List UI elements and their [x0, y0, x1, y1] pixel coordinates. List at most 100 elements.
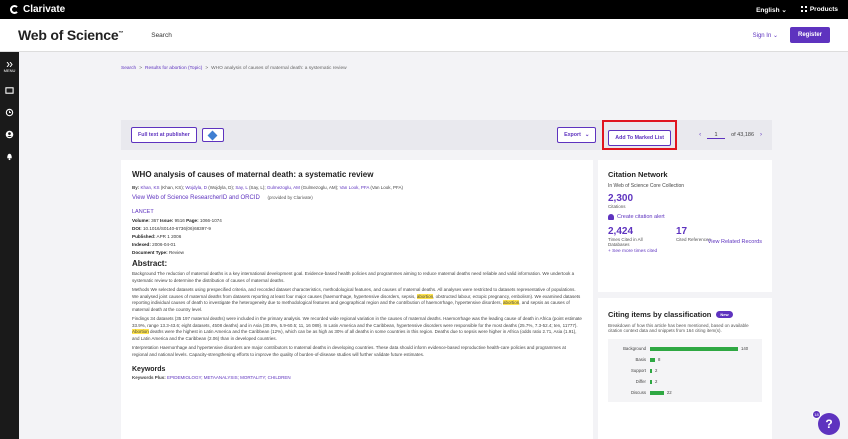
author-full: (Say, L); — [247, 185, 267, 190]
bar-label: Background — [623, 346, 646, 351]
citations-label: Citations — [608, 204, 626, 209]
page-total: of 43,186 — [731, 132, 754, 138]
times-cited-all-link[interactable]: 2,424 — [608, 226, 660, 237]
help-button[interactable]: ? — [818, 413, 840, 435]
author-link[interactable]: Say, L — [235, 185, 247, 190]
bar-fill — [650, 357, 656, 362]
breadcrumb-separator: > — [139, 66, 143, 71]
keywords-plus-label: Keywords Plus: — [132, 375, 166, 380]
classification-bar-row[interactable]: Differ 2 — [614, 376, 756, 387]
author-link[interactable]: Gulmezoglu, AM — [267, 185, 300, 190]
bar-fill — [650, 379, 652, 384]
grid-icon — [800, 6, 807, 13]
history-icon[interactable] — [5, 108, 14, 117]
bar-value: 140 — [741, 346, 749, 351]
previous-record-icon[interactable]: ‹ — [699, 132, 701, 138]
classification-bar-row[interactable]: Support 2 — [614, 365, 756, 376]
article-card: WHO analysis of causes of maternal death… — [121, 160, 593, 439]
classification-bar-chart: Background 140 Basis 8 Support 2 Differ 2 Discus… — [608, 339, 762, 402]
menu-label: MENU — [3, 68, 16, 73]
bar-fill — [650, 390, 664, 395]
issue-value: 9516 — [174, 218, 185, 223]
classification-description: Breakdown of how this article has been m… — [608, 323, 749, 333]
nav-search-link[interactable]: Search — [151, 32, 172, 39]
author-full: (Van Look, PFA) — [369, 185, 404, 190]
author-full: (Khan, KS); — [159, 185, 186, 190]
journal-link[interactable]: LANCET — [132, 209, 582, 215]
link-resolver-button[interactable] — [201, 128, 224, 142]
bar-wrap: 2 — [650, 379, 657, 384]
published-value: APR 1 2006 — [156, 234, 182, 239]
abstract-methods: Methods We selected datasets using presp… — [132, 287, 582, 313]
bar-label: Support — [630, 368, 646, 373]
bar-value: 22 — [666, 390, 672, 395]
author-link[interactable]: Khan, KS — [141, 185, 160, 190]
classification-bar-row[interactable]: Basis 8 — [614, 354, 756, 365]
citation-network-panel: Citation Network In Web of Science Core … — [598, 160, 772, 292]
record-pager: ‹ 1 of 43,186 › — [699, 132, 762, 139]
doi-label: DOI: — [132, 226, 142, 231]
researcher-id-link[interactable]: View Web of Science ResearcherID and ORC… — [132, 195, 260, 201]
user-icon[interactable] — [5, 130, 14, 139]
bar-value: 8 — [658, 357, 661, 362]
author-full: (Gulmezoglu, AM); — [299, 185, 340, 190]
create-citation-alert-link[interactable]: Create citation alert — [608, 214, 762, 220]
provided-by-label: (provided by Clarivate) — [267, 195, 313, 200]
citation-network-heading: Citation Network — [608, 170, 668, 179]
text-run: deaths were the highest in Latin America… — [132, 329, 577, 341]
folder-icon[interactable] — [5, 86, 14, 95]
register-button[interactable]: Register — [789, 27, 830, 43]
classification-bar-row[interactable]: Discuss 22 — [614, 387, 756, 398]
indexed-value: 2006-04-01 — [152, 242, 176, 247]
web-of-science-logo[interactable]: Web of Science™ — [18, 27, 123, 43]
menu-button[interactable]: MENU — [3, 61, 16, 73]
keywords-heading: Keywords — [132, 366, 166, 373]
bar-wrap: 8 — [650, 357, 660, 362]
classification-bar-row[interactable]: Background 140 — [614, 343, 756, 354]
article-title: WHO analysis of causes of maternal death… — [132, 170, 374, 179]
breadcrumb-results[interactable]: Results for abortion (Topic) — [145, 66, 202, 71]
text-run: Findings 34 datasets (35 197 maternal de… — [132, 316, 582, 328]
app-header: Web of Science™ Search Sign In ⌄ Registe… — [0, 19, 848, 52]
bar-wrap: 140 — [650, 346, 748, 351]
abstract-background: Background The reduction of maternal dea… — [132, 271, 575, 283]
breadcrumb: Search > Results for abortion (Topic) > … — [121, 66, 347, 71]
bar-value: 2 — [655, 368, 658, 373]
keywords-plus-links[interactable]: EPIDEMIOLOGY; METAANALYSIS; MORTALITY; C… — [167, 375, 291, 380]
abstract-interpretation: Interpretation Haemorrhage and hypertens… — [132, 345, 566, 357]
abstract-heading: Abstract: — [132, 259, 168, 268]
language-selector[interactable]: English ⌄ — [756, 6, 787, 14]
full-text-button[interactable]: Full text at publisher — [131, 127, 197, 143]
left-sidebar: MENU — [0, 52, 19, 439]
pages-value: 1066-1074 — [199, 218, 222, 223]
page-label: Page: — [186, 218, 199, 223]
author-list: By: Khan, KS (Khan, KS); Wojdyla, D (Woj… — [132, 185, 582, 190]
products-menu[interactable]: Products — [800, 6, 838, 13]
cited-references-link[interactable]: 17 — [676, 226, 711, 237]
search-term-highlight: Abortion — [132, 329, 149, 334]
export-button[interactable]: Export ⌄ — [557, 127, 597, 143]
bell-icon[interactable] — [5, 152, 14, 161]
add-to-marked-list-button[interactable]: Add To Marked List — [608, 130, 672, 146]
see-more-times-cited-link[interactable]: + See more times cited — [608, 249, 762, 254]
breadcrumb-search[interactable]: Search — [121, 66, 136, 71]
doi-value: 10.1016/S0140-6736(06)68397-9 — [142, 226, 211, 231]
bar-label: Basis — [635, 357, 646, 362]
citations-count-link[interactable]: 2,300 — [608, 193, 762, 204]
clarivate-brand[interactable]: Clarivate — [10, 4, 65, 15]
breadcrumb-separator: > — [205, 66, 209, 71]
classification-heading: Citing items by classification — [608, 310, 712, 319]
bar-value: 2 — [655, 379, 658, 384]
author-link[interactable]: Van Look, PFA — [340, 185, 369, 190]
abstract-findings: Findings 34 datasets (35 197 maternal de… — [132, 316, 582, 342]
bell-icon — [608, 214, 614, 220]
bar-fill — [650, 368, 652, 373]
page-number-input[interactable]: 1 — [707, 132, 726, 139]
new-badge: New — [716, 311, 733, 318]
author-link[interactable]: Wojdyla, D — [185, 185, 207, 190]
top-brand-bar: Clarivate English ⌄ Products — [0, 0, 848, 19]
sign-in-button[interactable]: Sign In ⌄ — [753, 32, 778, 39]
next-record-icon[interactable]: › — [760, 132, 762, 138]
author-full: (Wojdyla, D); — [207, 185, 236, 190]
keywords-plus: Keywords Plus: EPIDEMIOLOGY; METAANALYSI… — [132, 375, 582, 380]
